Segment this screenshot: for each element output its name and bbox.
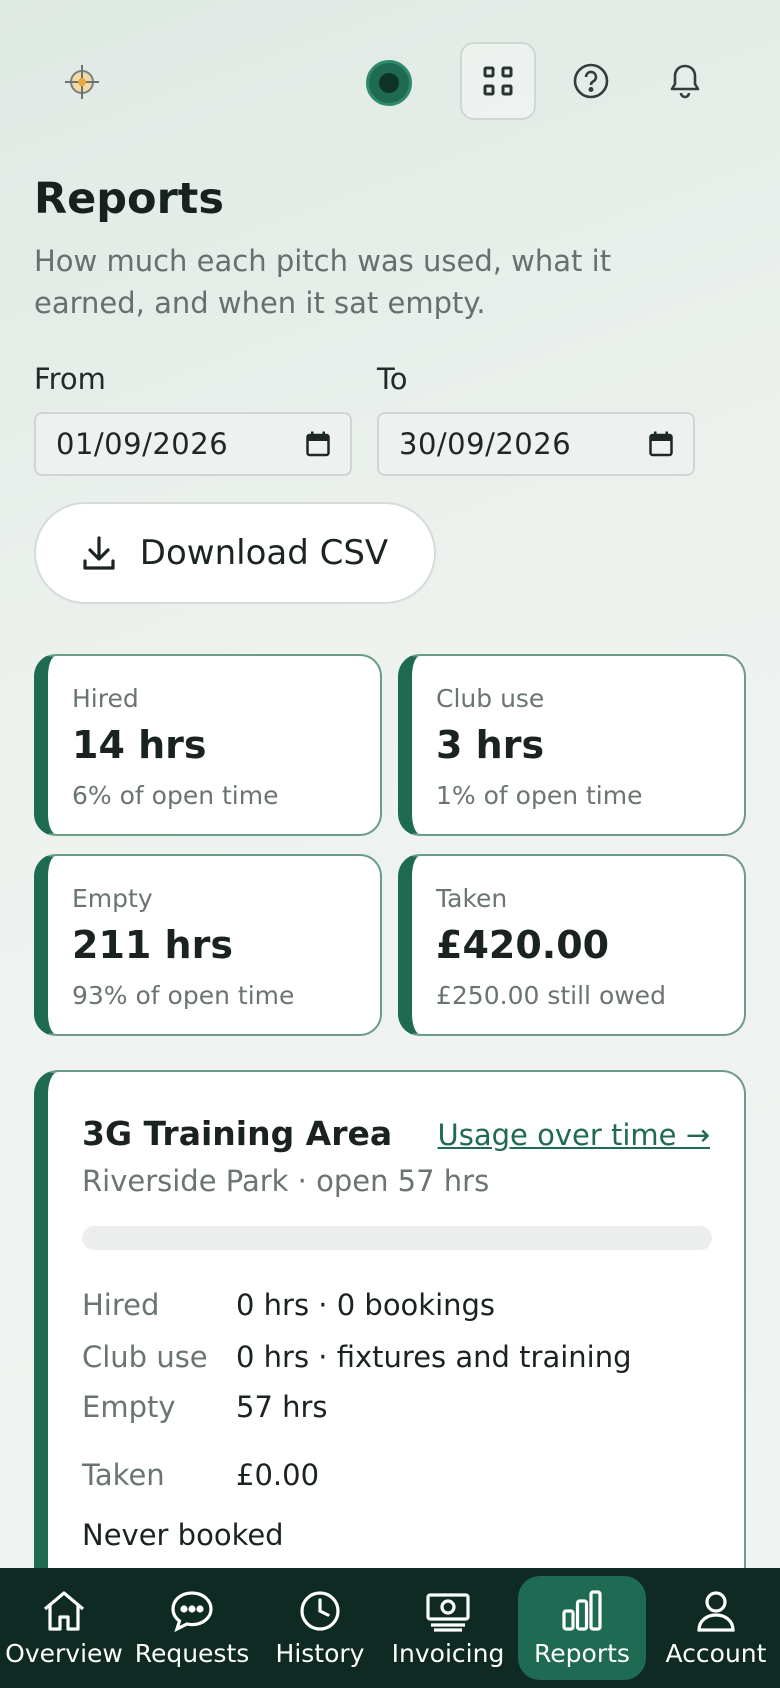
apps-button[interactable] xyxy=(460,42,536,120)
notifications-button[interactable] xyxy=(660,56,710,106)
nav-label: Account xyxy=(665,1638,767,1668)
row-label-taken: Taken xyxy=(82,1458,165,1492)
nav-item-account[interactable]: Account xyxy=(652,1568,780,1688)
calendar-icon[interactable] xyxy=(306,431,330,457)
nav-item-requests[interactable]: Requests xyxy=(128,1568,256,1688)
row-value-hired: 0 hrs · 0 bookings xyxy=(236,1288,496,1322)
chat-icon xyxy=(169,1589,215,1633)
download-csv-label: Download CSV xyxy=(139,533,389,573)
page-title: Reports xyxy=(34,174,224,224)
download-icon xyxy=(82,535,116,571)
stat-card-hired: Hired 14 hrs 6% of open time xyxy=(34,654,382,836)
row-label-empty: Empty xyxy=(82,1390,176,1424)
stat-card-club-use: Club use 3 hrs 1% of open time xyxy=(398,654,746,836)
from-label: From xyxy=(34,362,106,396)
usage-bar xyxy=(82,1226,712,1250)
download-csv-button[interactable]: Download CSV xyxy=(34,502,436,604)
nav-item-reports[interactable]: Reports xyxy=(518,1576,646,1680)
usage-over-time-link[interactable]: Usage over time → xyxy=(438,1118,711,1152)
stat-sub: 6% of open time xyxy=(72,781,279,810)
home-icon xyxy=(41,1589,87,1633)
user-icon xyxy=(693,1589,739,1633)
cash-icon xyxy=(425,1589,471,1633)
clock-icon xyxy=(297,1589,343,1633)
pitch-name: 3G Training Area xyxy=(82,1114,393,1153)
stat-label: Club use xyxy=(436,684,545,713)
nav-label: Invoicing xyxy=(391,1638,505,1668)
stat-value: 3 hrs xyxy=(436,723,545,767)
to-date-value: 30/09/2026 xyxy=(399,427,572,461)
never-booked-note: Never booked xyxy=(82,1518,284,1552)
nav-item-invoicing[interactable]: Invoicing xyxy=(384,1568,512,1688)
help-icon xyxy=(572,62,610,100)
pitch-location: Riverside Park · open 57 hrs xyxy=(82,1164,490,1198)
grid-icon xyxy=(483,66,513,96)
nav-label: Requests xyxy=(134,1638,250,1668)
nav-item-overview[interactable]: Overview xyxy=(0,1568,128,1688)
stat-label: Empty xyxy=(72,884,153,913)
nav-label: Reports xyxy=(534,1638,630,1668)
bar-chart-icon xyxy=(559,1589,605,1633)
crosshair-logo-icon[interactable] xyxy=(62,62,102,102)
calendar-icon[interactable] xyxy=(649,431,673,457)
top-bar xyxy=(0,0,780,160)
stat-label: Hired xyxy=(72,684,139,713)
stat-card-empty: Empty 211 hrs 93% of open time xyxy=(34,854,382,1036)
stat-value: £420.00 xyxy=(436,923,610,967)
nav-label: Overview xyxy=(5,1638,123,1668)
to-date-input[interactable]: 30/09/2026 xyxy=(377,412,695,476)
row-value-club-use: 0 hrs · fixtures and training xyxy=(236,1340,632,1374)
to-label: To xyxy=(377,362,408,396)
nav-label: History xyxy=(275,1638,365,1668)
page-subtitle: How much each pitch was used, what it ea… xyxy=(34,244,612,320)
stat-sub: 93% of open time xyxy=(72,981,295,1010)
row-label-club-use: Club use xyxy=(82,1340,208,1374)
stat-value: 211 hrs xyxy=(72,923,233,967)
stat-value: 14 hrs xyxy=(72,723,207,767)
status-dot[interactable] xyxy=(366,60,412,106)
pitch-card: 3G Training Area Usage over time → River… xyxy=(34,1070,746,1590)
help-button[interactable] xyxy=(566,56,616,106)
stat-label: Taken xyxy=(436,884,508,913)
row-label-hired: Hired xyxy=(82,1288,160,1322)
row-value-taken: £0.00 xyxy=(236,1458,320,1492)
nav-item-history[interactable]: History xyxy=(256,1568,384,1688)
bell-icon xyxy=(667,62,703,100)
stat-card-taken: Taken £420.00 £250.00 still owed xyxy=(398,854,746,1036)
stat-sub: £250.00 still owed xyxy=(436,981,666,1010)
bottom-nav: Overview Requests History Invoicing Repo… xyxy=(0,1568,780,1688)
stat-sub: 1% of open time xyxy=(436,781,643,810)
from-date-input[interactable]: 01/09/2026 xyxy=(34,412,352,476)
row-value-empty: 57 hrs xyxy=(236,1390,328,1424)
from-date-value: 01/09/2026 xyxy=(56,427,229,461)
